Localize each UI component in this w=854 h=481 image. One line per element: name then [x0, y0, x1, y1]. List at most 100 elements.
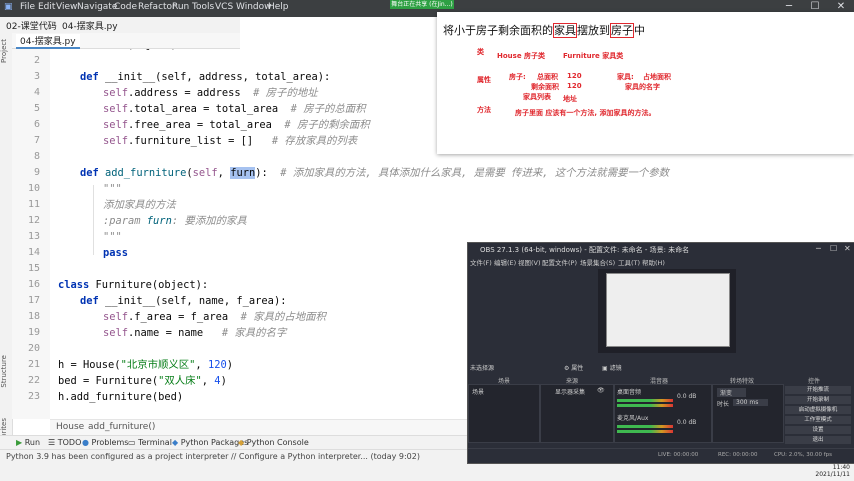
comment: # 添加家具的方法, 具体添加什么家具, 是需要 传进来, 这个方法就需要一个参… [267, 167, 670, 179]
label-free-val: 120 [567, 82, 582, 90]
navigation-bar: 02-课堂代码 › 04-摆家具.py [0, 17, 240, 34]
menu-file[interactable]: File [20, 2, 35, 12]
line-number: 15 [27, 263, 40, 274]
obs-audio-meter [617, 404, 673, 407]
screen-share-indicator: 舞台正在共享 (在Jin...) [390, 0, 454, 9]
comment: # 房子的剩余面积 [271, 119, 370, 131]
obs-filters-button[interactable]: ▣ 滤镜 [602, 363, 622, 372]
code-line: self.f_area = f_area # 家具的占地面积 [58, 309, 326, 325]
obs-close-icon[interactable]: ✕ [844, 244, 851, 253]
obs-duration-input[interactable]: 300 ms [733, 399, 769, 406]
eye-icon[interactable]: 👁 [597, 387, 605, 394]
obs-preview-screen [606, 273, 730, 347]
string-literal: "双人床" [158, 375, 202, 387]
python-packages-tool-button[interactable]: ◆ Python Packages [172, 438, 248, 447]
obs-window[interactable]: OBS 27.1.3 (64-bit, windows) - 配置文件: 未命名… [467, 242, 854, 464]
obs-menu-file[interactable]: 文件(F) [470, 257, 492, 267]
code-line: self.total_area = total_area # 房子的总面积 [58, 101, 366, 117]
obs-scene-item[interactable]: 场景 [472, 387, 484, 396]
menu-code[interactable]: Code [114, 2, 137, 12]
obs-rec-time: REC: 00:00:00 [718, 452, 758, 458]
obs-settings-button[interactable]: 设置 [785, 426, 851, 434]
obs-menu-view[interactable]: 视图(V) [518, 257, 541, 267]
menu-navigate[interactable]: Navigate [77, 2, 117, 12]
self-keyword: self [103, 135, 129, 147]
project-tool-tab[interactable]: Project [0, 39, 12, 63]
editor-tab-active[interactable]: 04-摆家具.py [16, 34, 80, 49]
selected-parameter[interactable]: furn [230, 167, 256, 179]
file-breadcrumb[interactable]: 04-摆家具.py [62, 19, 118, 32]
menu-run[interactable]: Run [172, 2, 189, 12]
obs-mixer-channel-2: 麦克风/Aux [617, 415, 649, 422]
line-number: 6 [33, 119, 40, 130]
obs-menu-edit[interactable]: 编辑(E) [494, 257, 516, 267]
breadcrumb-method[interactable]: add_furniture() [88, 422, 155, 432]
obs-sources-panel[interactable]: 显示器采集 👁 [540, 384, 614, 443]
obs-menu-help[interactable]: 帮助(H) [642, 257, 665, 267]
todo-tool-button[interactable]: ☰ TODO [48, 438, 81, 447]
obs-menu-scenes[interactable]: 场景集合(S) [580, 257, 615, 267]
obs-exit-button[interactable]: 退出 [785, 436, 851, 444]
terminal-icon: ▭ [128, 438, 139, 447]
menu-help[interactable]: Help [268, 2, 289, 12]
docstring: """ [103, 183, 122, 195]
line-number: 12 [27, 215, 40, 226]
breadcrumb-separator-icon: › [78, 422, 82, 432]
obs-mixer-panel[interactable]: 桌面音频 0.0 dB 麦克风/Aux 0.0 dB [614, 384, 712, 443]
problems-tool-button[interactable]: ● Problems [82, 438, 128, 447]
menu-vcs[interactable]: VCS [215, 2, 233, 12]
menu-window[interactable]: Window [236, 2, 272, 12]
obs-studio-mode-button[interactable]: 工作室模式 [785, 416, 851, 424]
obs-audio-meter [617, 399, 673, 402]
label-furniture: 家具: [617, 73, 634, 81]
label-furniture-class: Furniture 家具类 [563, 52, 624, 60]
menu-view[interactable]: View [56, 2, 77, 12]
obs-audio-meter [617, 430, 673, 433]
obs-preview[interactable] [598, 269, 736, 353]
obs-virtual-camera-button[interactable]: 启动虚拟摄像机 [785, 406, 851, 414]
editor-tabs: 04-摆家具.py [12, 33, 240, 49]
list-icon: ☰ [48, 438, 58, 447]
obs-menu-profile[interactable]: 配置文件(P) [542, 257, 577, 267]
status-message[interactable]: Python 3.9 has been configured as a proj… [6, 452, 420, 461]
system-clock[interactable]: 11:40 2021/11/11 [815, 464, 850, 478]
terminal-tool-button[interactable]: ▭ Terminal [128, 438, 172, 447]
slide-overlay: 将小于房子剩余面积的家具摆放到房子中 类 House 房子类 Furniture… [437, 12, 854, 154]
code-line: def __init__(self, name, f_area): [58, 293, 286, 309]
project-name[interactable]: 02-课堂代码 [6, 19, 57, 32]
obs-menu-tools[interactable]: 工具(T) [618, 257, 640, 267]
label-method-text: 房子里面 应该有一个方法, 添加家具的方法。 [515, 109, 656, 117]
obs-transition-select[interactable]: 渐变 [717, 388, 747, 397]
code-line: h = House("北京市顺义区", 120) [58, 357, 233, 373]
obs-maximize-icon[interactable]: ☐ [830, 244, 837, 253]
obs-mixer-db-1: 0.0 dB [677, 393, 697, 400]
highlight-box-furniture: 家具 [553, 23, 577, 38]
obs-controls-title: 控件 [808, 378, 821, 385]
obs-transitions-panel[interactable]: 渐变 时长 300 ms [712, 384, 784, 443]
obs-properties-button[interactable]: ⚙ 属性 [564, 363, 583, 372]
indent-guide [93, 185, 94, 255]
obs-minimize-icon[interactable]: ─ [816, 244, 821, 253]
label-total-area: 总面积 [537, 73, 558, 81]
python-console-tool-button[interactable]: ◆ Python Console [238, 438, 309, 447]
structure-tool-tab[interactable]: Structure [0, 355, 12, 388]
obs-start-streaming-button[interactable]: 开始推流 [785, 386, 851, 394]
line-number: 5 [33, 103, 40, 114]
comment: # 存放家具的列表 [253, 135, 358, 147]
menu-refactor[interactable]: Refactor [138, 2, 176, 12]
obs-scenes-panel[interactable]: 场景 [468, 384, 540, 443]
obs-mixer-channel-1: 桌面音频 [617, 389, 642, 396]
line-number-gutter: 2 3 4 5 6 7 8 9 10 11 12 13 14 15 16 17 … [12, 33, 50, 419]
pycharm-logo-icon: ▣ [4, 2, 13, 12]
label-method: 方法 [477, 106, 491, 114]
code-text: ): [255, 167, 268, 179]
run-tool-button[interactable]: ▶ Run [16, 438, 40, 447]
code-text: __init__(self, address, total_area): [98, 71, 331, 83]
obs-source-item[interactable]: 显示器采集 [555, 387, 585, 396]
obs-duration-label: 时长 [717, 401, 730, 408]
obs-start-recording-button[interactable]: 开始录制 [785, 396, 851, 404]
menu-edit[interactable]: Edit [38, 2, 55, 12]
comment: # 房子的总面积 [278, 103, 366, 115]
menu-tools[interactable]: Tools [192, 2, 214, 12]
line-number: 18 [27, 311, 40, 322]
